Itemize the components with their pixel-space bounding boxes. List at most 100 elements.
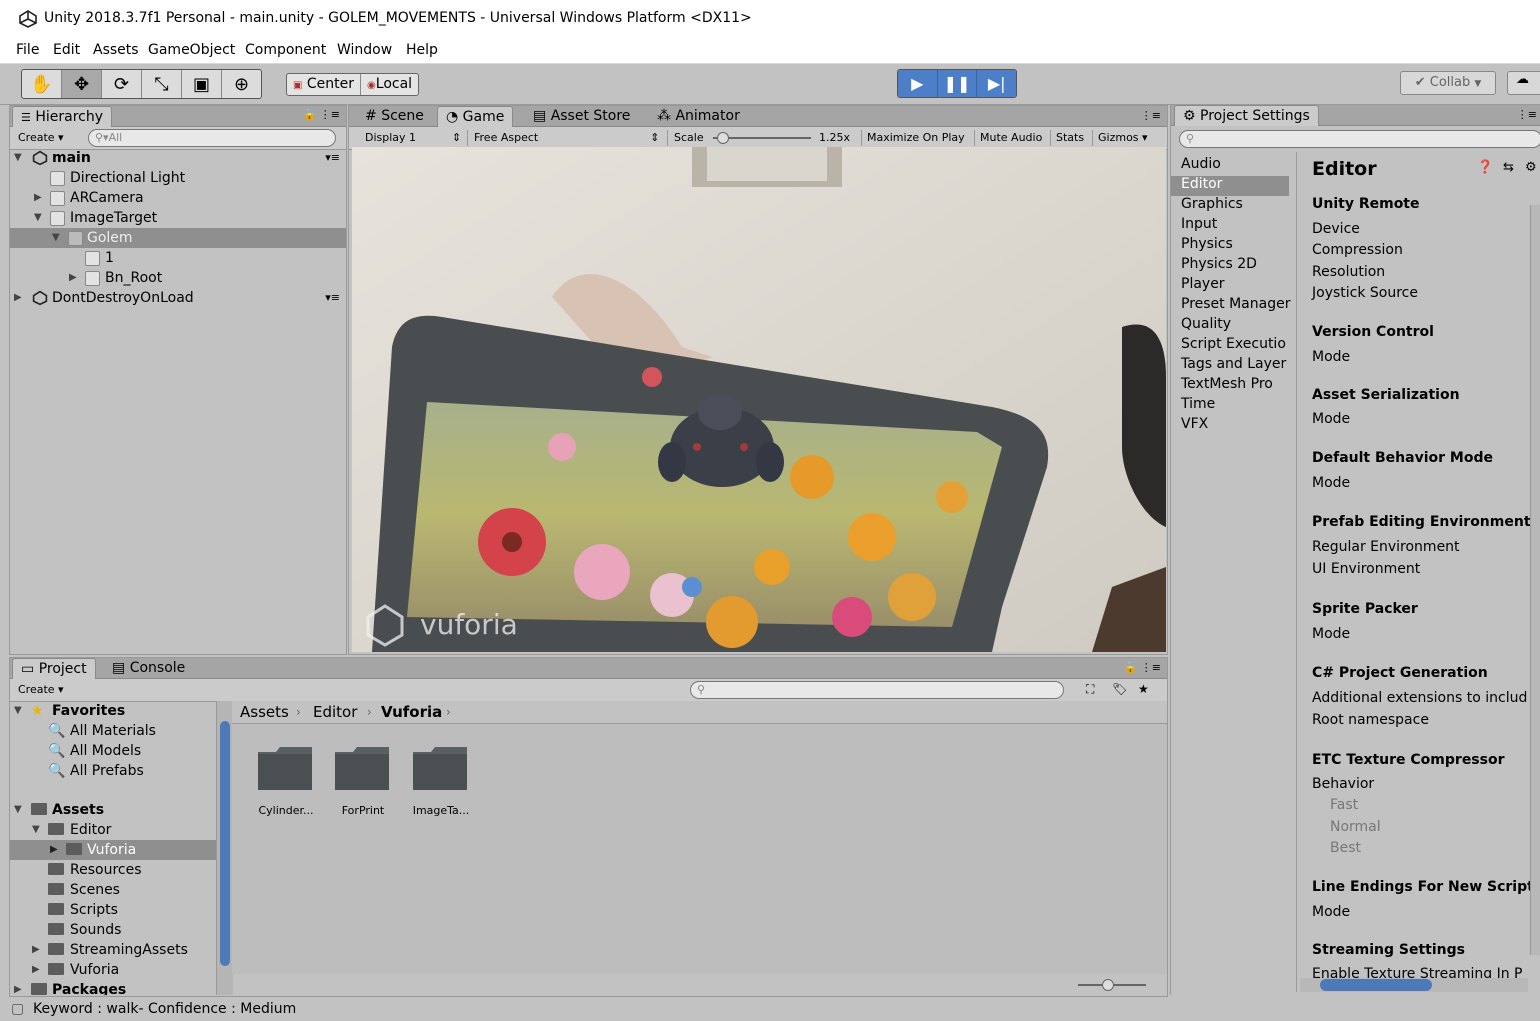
tree-editor-vuforia[interactable]: ▶ Vuforia xyxy=(10,840,216,860)
tree-all-models[interactable]: 🔍 All Models xyxy=(10,741,216,761)
aspect-select[interactable]: Free Aspect ⇕ xyxy=(467,130,663,146)
settings-category-player[interactable]: Player xyxy=(1181,276,1225,292)
tab-asset-store[interactable]: ▤ Asset Store xyxy=(525,106,638,126)
settings-category-quality[interactable]: Quality xyxy=(1181,316,1231,332)
tree-item-1[interactable]: 1 xyxy=(10,248,346,268)
expand-arrow-icon[interactable]: ▼ xyxy=(14,148,22,168)
scene-menu-icon[interactable]: ▾≡ xyxy=(325,288,340,308)
settings-category-input[interactable]: Input xyxy=(1181,216,1217,232)
expand-arrow-icon[interactable]: ▼ xyxy=(14,800,22,820)
tree-vuforia[interactable]: ▶ Vuforia xyxy=(10,960,216,980)
expand-arrow-icon[interactable]: ▼ xyxy=(52,228,60,248)
tree-item-dontdestroyonload[interactable]: ▶ DontDestroyOnLoad ▾≡ xyxy=(10,288,346,308)
rotate-tool-icon[interactable]: ⟳ xyxy=(102,70,142,98)
settings-category-graphics[interactable]: Graphics xyxy=(1181,196,1243,212)
settings-category-audio[interactable]: Audio xyxy=(1181,156,1221,172)
tree-all-materials[interactable]: 🔍 All Materials xyxy=(10,721,216,741)
expand-arrow-icon[interactable]: ▼ xyxy=(34,208,42,228)
create-button[interactable]: Create ▾ xyxy=(14,682,68,698)
panel-menu-icon[interactable]: ⋮≡ xyxy=(1141,109,1161,122)
settings-category-vfx[interactable]: VFX xyxy=(1181,416,1208,432)
mute-audio-toggle[interactable]: Mute Audio xyxy=(974,130,1046,146)
menu-assets[interactable]: Assets xyxy=(93,42,139,58)
tree-sounds[interactable]: Sounds xyxy=(10,920,216,940)
game-view[interactable]: vuforia xyxy=(352,147,1166,652)
tree-scrollbar[interactable] xyxy=(216,701,233,995)
breadcrumb-assets[interactable]: Assets xyxy=(240,701,289,723)
expand-arrow-icon[interactable]: ▶ xyxy=(14,980,22,995)
hierarchy-search[interactable]: ⚲▾All xyxy=(88,129,336,147)
panel-menu-icon[interactable]: 🔒 ⋮≡ xyxy=(303,108,340,121)
expand-arrow-icon[interactable]: ▶ xyxy=(34,188,42,208)
expand-arrow-icon[interactable]: ▼ xyxy=(14,701,22,721)
menu-component[interactable]: Component xyxy=(245,42,326,58)
tree-editor[interactable]: ▼ Editor xyxy=(10,820,216,840)
pause-button[interactable]: ❚❚ xyxy=(937,70,978,97)
settings-category-script-execution[interactable]: Script Executio xyxy=(1181,336,1286,352)
local-toggle[interactable]: ◉Local xyxy=(361,74,418,95)
breadcrumb-editor[interactable]: Editor xyxy=(313,701,357,723)
menu-edit[interactable]: Edit xyxy=(53,42,80,58)
help-icon[interactable]: ❓ xyxy=(1477,160,1493,175)
icon-size-slider-thumb[interactable] xyxy=(1102,979,1114,991)
settings-horizontal-scrollbar[interactable] xyxy=(1300,978,1528,992)
panel-menu-icon[interactable]: ⋮≡ xyxy=(1517,108,1537,121)
tab-console[interactable]: ▤ Console xyxy=(104,658,193,678)
scrollbar-thumb[interactable] xyxy=(220,721,230,966)
menu-window[interactable]: Window xyxy=(337,42,392,58)
favorite-star-icon[interactable]: ★ xyxy=(1138,682,1149,696)
expand-arrow-icon[interactable]: ▶ xyxy=(32,960,40,980)
tree-item-golem[interactable]: ▼ Golem xyxy=(10,228,346,248)
filter-by-type-icon[interactable]: ⛶ xyxy=(1086,682,1094,697)
settings-category-physics-2d[interactable]: Physics 2D xyxy=(1181,256,1257,272)
tab-animator[interactable]: ⁂ Animator xyxy=(649,106,748,126)
collab-button[interactable]: ✔ Collab ▼ xyxy=(1400,71,1496,95)
scene-menu-icon[interactable]: ▾≡ xyxy=(325,148,340,168)
tree-all-prefabs[interactable]: 🔍 All Prefabs xyxy=(10,761,216,781)
settings-category-editor[interactable]: Editor xyxy=(1181,176,1222,192)
scale-slider-thumb[interactable] xyxy=(717,132,730,144)
rect-tool-icon[interactable]: ▣ xyxy=(182,70,222,98)
display-select[interactable]: Display 1 ⇕ xyxy=(361,130,465,146)
scale-slider[interactable] xyxy=(713,132,811,144)
tree-item-bn-root[interactable]: ▶ Bn_Root xyxy=(10,268,346,288)
tab-project[interactable]: ▭ Project xyxy=(12,658,96,679)
settings-category-time[interactable]: Time xyxy=(1181,396,1215,412)
tree-scenes[interactable]: Scenes xyxy=(10,880,216,900)
move-tool-icon[interactable]: ✥ xyxy=(62,70,102,98)
menu-file[interactable]: File xyxy=(16,42,39,58)
settings-gear-icon[interactable]: ⚙ xyxy=(1525,160,1537,175)
maximize-on-play-toggle[interactable]: Maximize On Play xyxy=(861,130,969,146)
play-button[interactable]: ▶ xyxy=(898,70,938,97)
settings-vertical-scrollbar[interactable] xyxy=(1530,205,1540,955)
tab-hierarchy[interactable]: ☰ Hierarchy xyxy=(12,106,112,127)
tree-resources[interactable]: Resources xyxy=(10,860,216,880)
stats-toggle[interactable]: Stats xyxy=(1050,130,1088,146)
settings-category-preset-manager[interactable]: Preset Manager xyxy=(1181,296,1290,312)
filter-by-label-icon[interactable]: 🏷 xyxy=(1112,682,1127,696)
icon-size-slider[interactable] xyxy=(1078,979,1146,991)
tree-assets[interactable]: ▼ Assets xyxy=(10,800,216,820)
expand-arrow-icon[interactable]: ▼ xyxy=(32,820,40,840)
step-button[interactable]: ▶| xyxy=(977,70,1016,97)
tab-project-settings[interactable]: ⚙ Project Settings xyxy=(1174,105,1319,126)
settings-search[interactable]: ⚲ xyxy=(1179,130,1540,148)
settings-category-physics[interactable]: Physics xyxy=(1181,236,1233,252)
center-toggle[interactable]: ▣ Center xyxy=(287,74,362,95)
menu-gameobject[interactable]: GameObject xyxy=(148,42,235,58)
scale-tool-icon[interactable]: ⤡ xyxy=(142,70,182,98)
cloud-button[interactable]: ☁ xyxy=(1507,71,1540,95)
scrollbar-thumb[interactable] xyxy=(1320,979,1432,991)
tree-streamingassets[interactable]: ▶ StreamingAssets xyxy=(10,940,216,960)
asset-folder-forprint[interactable]: ForPrint xyxy=(329,744,397,824)
tree-item-main[interactable]: ▼ main ▾≡ xyxy=(10,148,346,168)
create-button[interactable]: Create ▾ xyxy=(14,130,68,146)
settings-category-tags-layers[interactable]: Tags and Layer xyxy=(1181,356,1286,372)
preset-icon[interactable]: ⇆ xyxy=(1503,160,1514,175)
gizmos-toggle[interactable]: Gizmos ▾ xyxy=(1092,130,1152,146)
tree-packages[interactable]: ▶ Packages xyxy=(10,980,216,995)
tab-scene[interactable]: # Scene xyxy=(357,106,432,126)
tree-item-directional-light[interactable]: Directional Light xyxy=(10,168,346,188)
expand-arrow-icon[interactable]: ▶ xyxy=(50,840,58,860)
project-search[interactable]: ⚲ xyxy=(690,681,1064,699)
